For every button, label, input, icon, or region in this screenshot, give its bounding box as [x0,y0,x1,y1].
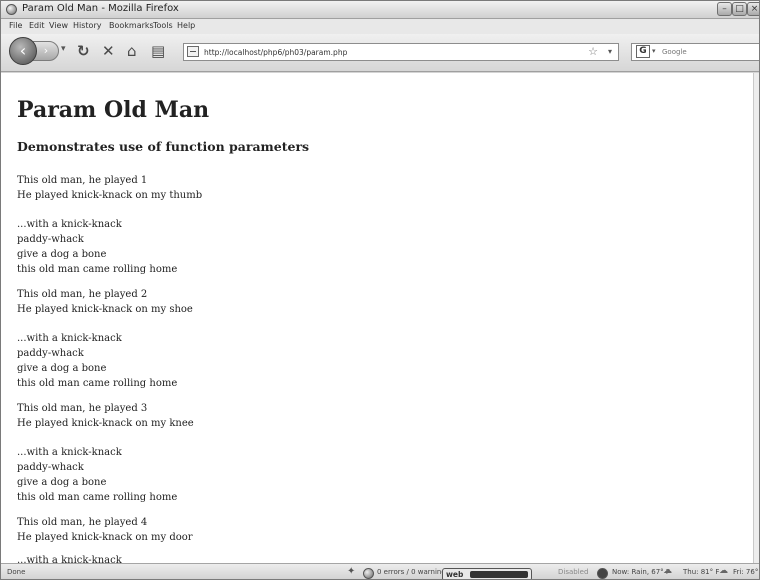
verse-line: This old man, he played 4 [17,517,148,528]
star-bookmark-icon[interactable]: ☆ [588,45,598,58]
verse-line: He played knick-knack on my shoe [17,304,193,315]
chorus-line: paddy-whack [17,234,84,245]
menu-bookmarks[interactable]: Bookmarks [109,21,154,30]
webdev-label: web [446,570,464,579]
history-dropdown-icon[interactable]: ▾ [61,44,66,54]
menu-tools[interactable]: Tools [153,21,173,30]
navigation-toolbar: › ‹ ▾ ↻ ✕ ⌂ ▤ ☆ ▾ G ▾ [1,34,759,72]
minimize-button[interactable]: – [717,2,732,16]
title-bar: Param Old Man - Mozilla Firefox – □ × [1,1,759,19]
weather-icon[interactable] [597,568,608,579]
webdev-toolbar-widget[interactable]: web [442,568,532,579]
verse-4-intro: This old man, he played 4 He played knic… [17,515,193,545]
weather-now[interactable]: Now: Rain, 67° F [612,568,670,576]
vertical-scrollbar[interactable] [753,73,759,563]
disabled-label: Disabled [558,568,589,576]
verse-line: He played knick-knack on my door [17,532,193,543]
chorus-line: ...with a knick-knack [17,333,122,344]
bookmark-page-icon[interactable]: ▤ [151,42,165,60]
page-content: Param Old Man Demonstrates use of functi… [1,73,753,563]
chorus-line: give a dog a bone [17,477,107,488]
weather-thu[interactable]: Thu: 81° F [683,568,719,576]
verse-line: He played knick-knack on my thumb [17,190,203,201]
addon-icon[interactable]: ✦ [347,566,355,577]
menu-help[interactable]: Help [177,21,195,30]
verse-4-chorus: ...with a knick-knack [17,553,122,563]
status-text: Done [7,568,26,576]
cloud-icon: ☁ [719,566,728,576]
chorus-line: ...with a knick-knack [17,219,122,230]
chorus-line: ...with a knick-knack [17,555,122,563]
reload-icon[interactable]: ↻ [77,42,90,60]
error-count[interactable]: 0 errors / 0 warnings [377,568,449,576]
verse-line: This old man, he played 3 [17,403,148,414]
home-icon[interactable]: ⌂ [127,42,137,60]
verse-3-chorus: ...with a knick-knack paddy-whack give a… [17,445,177,505]
verse-3-intro: This old man, he played 3 He played knic… [17,401,194,431]
status-bar: Done ✦ 0 errors / 0 warnings web Disable… [1,563,759,579]
chorus-line: this old man came rolling home [17,378,178,389]
search-engine-dropdown-icon[interactable]: ▾ [652,47,656,55]
verse-2-chorus: ...with a knick-knack paddy-whack give a… [17,331,177,391]
menu-bar: File Edit View History Bookmarks Tools H… [1,19,759,34]
webdev-bar [470,571,528,578]
menu-view[interactable]: View [49,21,68,30]
chorus-line: this old man came rolling home [17,492,178,503]
address-bar[interactable]: ☆ ▾ [183,43,619,61]
verse-1-intro: This old man, he played 1 He played knic… [17,173,202,203]
chorus-line: this old man came rolling home [17,264,178,275]
search-engine-icon[interactable]: G [636,45,650,58]
chorus-line: give a dog a bone [17,363,107,374]
firefox-icon [6,4,17,15]
error-check-icon[interactable] [363,568,374,579]
verse-2-intro: This old man, he played 2 He played knic… [17,287,193,317]
menu-file[interactable]: File [9,21,22,30]
chorus-line: paddy-whack [17,462,84,473]
page-subtitle: Demonstrates use of function parameters [17,139,310,154]
verse-line: This old man, he played 2 [17,289,148,300]
close-button[interactable]: × [747,2,759,16]
search-input[interactable] [662,46,742,58]
maximize-button[interactable]: □ [732,2,747,16]
menu-edit[interactable]: Edit [29,21,45,30]
url-dropdown-icon[interactable]: ▾ [608,47,612,56]
back-button[interactable]: ‹ [9,37,37,65]
weather-fri[interactable]: Fri: 76° F [733,568,759,576]
cloud-icon: ☁ [663,566,672,576]
site-identity-icon[interactable] [187,46,199,57]
verse-line: He played knick-knack on my knee [17,418,194,429]
chorus-line: paddy-whack [17,348,84,359]
browser-window: Param Old Man - Mozilla Firefox – □ × Fi… [0,0,760,580]
search-bar[interactable]: G ▾ [631,43,759,61]
chorus-line: give a dog a bone [17,249,107,260]
page-title: Param Old Man [17,97,210,123]
stop-icon[interactable]: ✕ [102,42,115,60]
url-input[interactable] [204,45,544,59]
chorus-line: ...with a knick-knack [17,447,122,458]
verse-line: This old man, he played 1 [17,175,148,186]
verse-1-chorus: ...with a knick-knack paddy-whack give a… [17,217,177,277]
menu-history[interactable]: History [73,21,101,30]
window-title: Param Old Man - Mozilla Firefox [22,3,179,14]
